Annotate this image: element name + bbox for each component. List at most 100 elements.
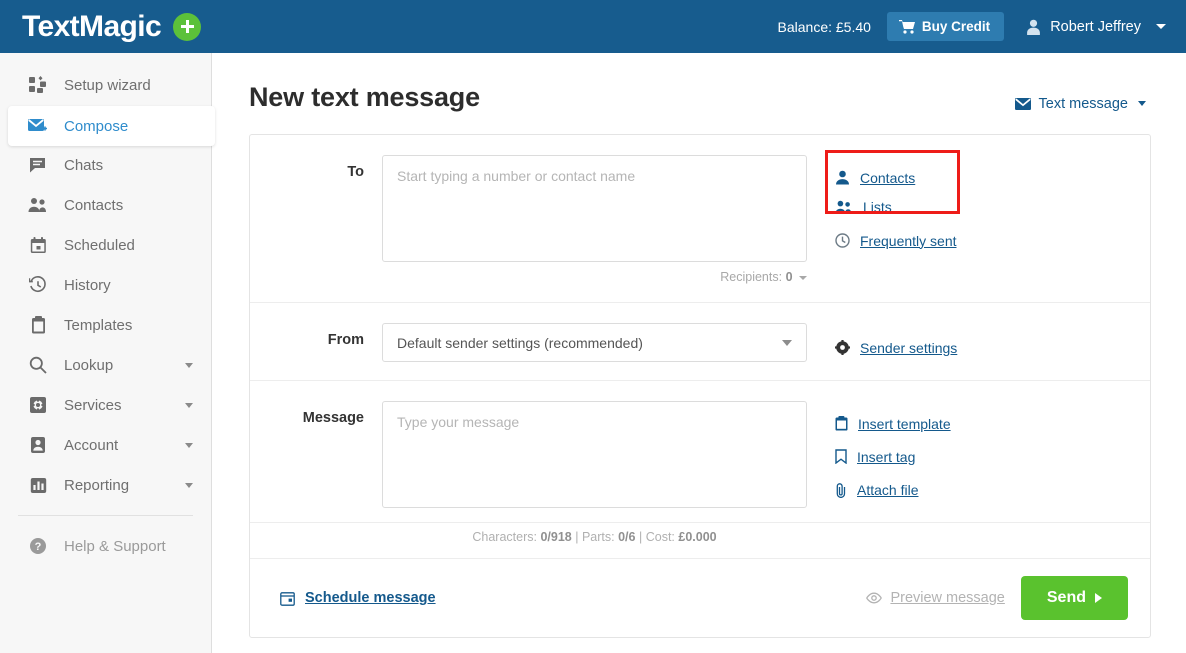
contacts-link-label: Contacts xyxy=(860,169,916,186)
attach-file-link[interactable]: Attach file xyxy=(835,475,951,504)
sidebar-divider xyxy=(18,515,193,516)
sidebar-item-label: History xyxy=(64,276,111,294)
search-icon xyxy=(28,355,48,375)
arrow-right-icon xyxy=(1095,593,1102,603)
sidebar-item-label: Scheduled xyxy=(64,236,135,254)
gear-icon xyxy=(835,340,850,355)
user-menu[interactable]: Robert Jeffrey xyxy=(1026,19,1166,35)
gear-icon xyxy=(28,395,48,415)
insert-template-link[interactable]: Insert template xyxy=(835,409,951,438)
sidebar-item-scheduled[interactable]: Scheduled xyxy=(0,225,211,265)
paperclip-icon xyxy=(835,482,847,498)
sidebar-item-lookup[interactable]: Lookup xyxy=(0,345,211,385)
user-name-label: Robert Jeffrey xyxy=(1050,18,1141,35)
envelope-icon xyxy=(1014,97,1031,110)
counter-separator-1: | xyxy=(575,530,579,544)
header-right-group: Balance: £5.40 Buy Credit Robert Jeffrey xyxy=(778,12,1186,41)
grid-blocks-icon xyxy=(28,75,48,95)
balance-label: Balance: £5.40 xyxy=(777,18,871,35)
sidebar-item-setup-wizard[interactable]: Setup wizard xyxy=(0,65,211,105)
parts-value: 0/6 xyxy=(618,530,636,544)
chevron-down-icon xyxy=(782,339,792,346)
chevron-down-icon xyxy=(185,442,193,448)
brand-logo[interactable]: TextMagic xyxy=(0,9,202,43)
characters-label: Characters: xyxy=(472,530,537,544)
sidebar-item-help-support[interactable]: ? Help & Support xyxy=(0,526,211,566)
preview-message-button[interactable]: Preview message xyxy=(866,590,1005,606)
counter-separator-2: | xyxy=(638,530,643,544)
sidebar-item-history[interactable]: History xyxy=(0,265,211,305)
sidebar-item-label: Setup wizard xyxy=(64,76,151,94)
calendar-icon xyxy=(28,235,48,255)
message-field-group: Type your message xyxy=(382,401,807,508)
message-textarea[interactable]: Type your message xyxy=(382,401,807,508)
lists-link[interactable]: Lists xyxy=(835,192,957,221)
cost-label: Cost: xyxy=(645,530,675,544)
from-actions: Sender settings xyxy=(807,323,957,362)
sidebar-item-label: Compose xyxy=(64,117,129,135)
sidebar-item-account[interactable]: Account xyxy=(0,425,211,465)
insert-tag-link[interactable]: Insert tag xyxy=(835,442,951,471)
frequently-sent-label: Frequently sent xyxy=(860,232,957,249)
message-actions: Insert template Insert tag Attach file xyxy=(807,401,951,508)
sender-select-value: Default sender settings (recommended) xyxy=(397,334,643,351)
to-row: To Start typing a number or contact name… xyxy=(250,135,1150,303)
recipients-counter[interactable]: Recipients: 0 xyxy=(382,262,807,284)
sender-settings-link[interactable]: Sender settings xyxy=(835,333,957,362)
sidebar-item-reporting[interactable]: Reporting xyxy=(0,465,211,505)
send-button[interactable]: Send xyxy=(1020,576,1128,620)
sidebar-item-label: Chats xyxy=(64,156,104,174)
bar-chart-icon xyxy=(28,475,48,495)
to-field-group: Start typing a number or contact name Re… xyxy=(382,155,807,284)
to-label: To xyxy=(347,164,364,180)
person-icon xyxy=(835,170,850,185)
brand-name: TextMagic xyxy=(22,9,162,43)
schedule-message-label: Schedule message xyxy=(305,590,436,606)
plus-icon[interactable] xyxy=(173,12,202,41)
recipients-label: Recipients: xyxy=(720,270,783,284)
message-type-dropdown[interactable]: Text message xyxy=(1014,84,1146,112)
clock-history-icon xyxy=(28,275,48,295)
sidebar-item-label: Services xyxy=(64,396,122,414)
sidebar-item-templates[interactable]: Templates xyxy=(0,305,211,345)
sender-settings-label: Sender settings xyxy=(860,339,958,356)
to-input[interactable]: Start typing a number or contact name xyxy=(382,155,807,262)
insert-template-label: Insert template xyxy=(858,415,951,432)
frequently-sent-link[interactable]: Frequently sent xyxy=(835,226,957,255)
sidebar-item-label: Lookup xyxy=(64,356,114,374)
app-header: TextMagic Balance: £5.40 Buy Credit Robe… xyxy=(0,0,1186,53)
chevron-down-icon xyxy=(1156,24,1166,29)
sidebar-item-label: Account xyxy=(64,436,119,454)
account-person-icon xyxy=(28,435,48,455)
insert-tag-label: Insert tag xyxy=(857,448,916,465)
from-label: From xyxy=(327,332,364,348)
clipboard-icon xyxy=(28,315,48,335)
sender-select[interactable]: Default sender settings (recommended) xyxy=(382,323,807,362)
chevron-down-icon xyxy=(185,362,193,368)
parts-label: Parts: xyxy=(581,530,615,544)
sidebar-item-label: Contacts xyxy=(64,196,124,214)
sidebar-item-contacts[interactable]: Contacts xyxy=(0,185,211,225)
compose-envelope-icon xyxy=(28,116,48,136)
contacts-link[interactable]: Contacts xyxy=(835,163,957,192)
message-label: Message xyxy=(302,410,364,426)
clipboard-icon xyxy=(835,416,848,431)
sidebar: Setup wizard Compose Chats Contacts Sche… xyxy=(0,53,215,653)
from-row: From Default sender settings (recommende… xyxy=(250,303,1150,381)
sidebar-item-chats[interactable]: Chats xyxy=(0,145,211,185)
cost-value: £0.000 xyxy=(678,530,717,544)
cart-icon xyxy=(898,19,915,34)
preview-message-label: Preview message xyxy=(890,590,1005,606)
recipients-count: 0 xyxy=(785,270,793,284)
eye-icon xyxy=(866,592,883,604)
contacts-people-icon xyxy=(28,195,48,215)
card-footer: Schedule message Preview message Send xyxy=(250,559,1150,637)
chevron-down-icon xyxy=(1138,101,1146,106)
schedule-message-button[interactable]: Schedule message xyxy=(280,590,436,606)
sidebar-item-compose[interactable]: Compose xyxy=(8,106,215,146)
chevron-down-icon xyxy=(185,402,193,408)
message-row: Message Type your message Insert templat… xyxy=(250,381,1150,523)
sidebar-item-services[interactable]: Services xyxy=(0,385,211,425)
footer-actions: Preview message Send xyxy=(866,576,1128,620)
buy-credit-button[interactable]: Buy Credit xyxy=(886,12,1005,41)
